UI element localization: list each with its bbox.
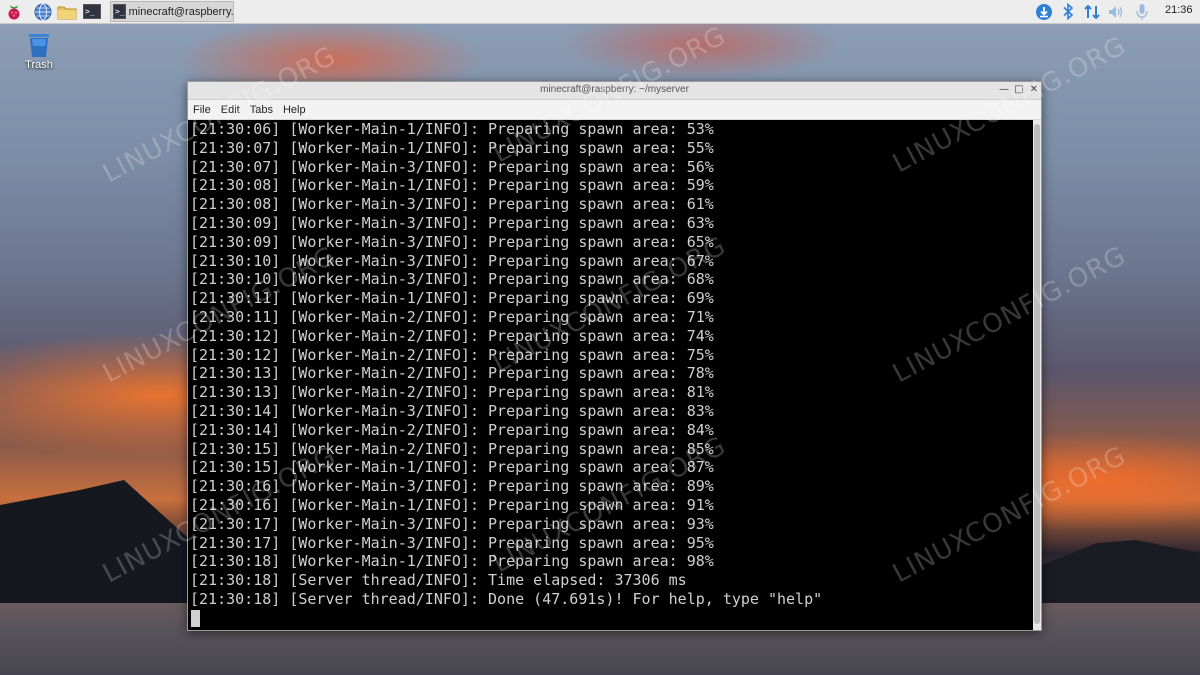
terminal-line: [21:30:09] [Worker-Main-3/INFO]: Prepari… (190, 213, 714, 232)
terminal-line: [21:30:18] [Worker-Main-1/INFO]: Prepari… (190, 552, 714, 571)
menu-edit[interactable]: Edit (216, 104, 245, 116)
minimize-icon[interactable]: — (997, 83, 1011, 97)
scrollbar[interactable] (1033, 120, 1041, 630)
terminal-line: [21:30:09] [Worker-Main-3/INFO]: Prepari… (190, 232, 714, 251)
menu-file[interactable]: File (188, 104, 216, 116)
terminal-line: [21:30:10] [Worker-Main-3/INFO]: Prepari… (190, 251, 714, 270)
update-icon[interactable] (1034, 2, 1054, 21)
terminal-line: [21:30:08] [Worker-Main-3/INFO]: Prepari… (190, 195, 714, 214)
web-browser-icon[interactable] (33, 2, 53, 21)
raspberry-menu-icon[interactable] (4, 2, 24, 21)
trash-desktop-icon[interactable]: Trash (18, 32, 60, 71)
window-titlebar[interactable]: minecraft@raspberry: ~/myserver — □ ✕ (188, 82, 1041, 100)
menu-tabs[interactable]: Tabs (245, 104, 278, 116)
menubar: File Edit Tabs Help (188, 100, 1041, 120)
microphone-icon[interactable] (1132, 2, 1152, 21)
taskbar-window-button[interactable]: >_ minecraft@raspberry... (110, 1, 234, 22)
volume-icon[interactable] (1106, 2, 1126, 21)
terminal-line: [21:30:12] [Worker-Main-2/INFO]: Prepari… (190, 345, 714, 364)
terminal-icon: >_ (113, 4, 126, 19)
window-title: minecraft@raspberry: ~/myserver (540, 84, 689, 95)
terminal-window: minecraft@raspberry: ~/myserver — □ ✕ Fi… (187, 81, 1042, 631)
terminal-line: [21:30:10] [Worker-Main-3/INFO]: Prepari… (190, 270, 714, 289)
terminal-line: [21:30:18] [Server thread/INFO]: Time el… (190, 571, 687, 590)
clock[interactable]: 21:36 (1165, 4, 1193, 16)
network-icon[interactable] (1082, 2, 1102, 21)
terminal-line: [21:30:13] [Worker-Main-2/INFO]: Prepari… (190, 383, 714, 402)
terminal-line: [21:30:18] [Server thread/INFO]: Done (4… (190, 589, 823, 608)
terminal-line: [21:30:07] [Worker-Main-3/INFO]: Prepari… (190, 157, 714, 176)
terminal-line: [21:30:17] [Worker-Main-3/INFO]: Prepari… (190, 514, 714, 533)
bluetooth-icon[interactable] (1058, 2, 1078, 21)
taskbar: >_ >_ minecraft@raspberry... 21:36 (0, 0, 1200, 24)
terminal-line: [21:30:08] [Worker-Main-1/INFO]: Prepari… (190, 176, 714, 195)
terminal-line: [21:30:15] [Worker-Main-1/INFO]: Prepari… (190, 458, 714, 477)
menu-help[interactable]: Help (278, 104, 311, 116)
terminal-icon[interactable]: >_ (82, 2, 102, 21)
terminal-line: [21:30:07] [Worker-Main-1/INFO]: Prepari… (190, 138, 714, 157)
terminal-prompt-line[interactable] (188, 609, 1031, 628)
terminal-line: [21:30:16] [Worker-Main-1/INFO]: Prepari… (190, 495, 714, 514)
terminal-cursor (191, 609, 200, 627)
close-icon[interactable]: ✕ (1027, 83, 1041, 97)
mountain-right (1040, 540, 1200, 605)
terminal-line: [21:30:12] [Worker-Main-2/INFO]: Prepari… (190, 326, 714, 345)
terminal-line: [21:30:17] [Worker-Main-3/INFO]: Prepari… (190, 533, 714, 552)
maximize-icon[interactable]: □ (1012, 83, 1026, 97)
terminal-line: [21:30:13] [Worker-Main-2/INFO]: Prepari… (190, 364, 714, 383)
terminal-line: [21:30:11] [Worker-Main-1/INFO]: Prepari… (190, 289, 714, 308)
terminal-line: [21:30:14] [Worker-Main-2/INFO]: Prepari… (190, 420, 714, 439)
trash-icon (27, 32, 51, 57)
scrollbar-thumb[interactable] (1034, 124, 1040, 624)
terminal-line: [21:30:06] [Worker-Main-1/INFO]: Prepari… (190, 120, 714, 138)
file-manager-icon[interactable] (57, 2, 77, 21)
mountain-left (0, 480, 200, 605)
terminal-output[interactable]: [21:30:06] [Worker-Main-1/INFO]: Prepari… (188, 120, 1031, 630)
trash-label: Trash (25, 59, 53, 71)
terminal-line: [21:30:15] [Worker-Main-2/INFO]: Prepari… (190, 439, 714, 458)
terminal-line: [21:30:11] [Worker-Main-2/INFO]: Prepari… (190, 307, 714, 326)
terminal-line: [21:30:16] [Worker-Main-3/INFO]: Prepari… (190, 477, 714, 496)
terminal-line: [21:30:14] [Worker-Main-3/INFO]: Prepari… (190, 401, 714, 420)
taskbar-window-title: minecraft@raspberry... (128, 5, 234, 18)
